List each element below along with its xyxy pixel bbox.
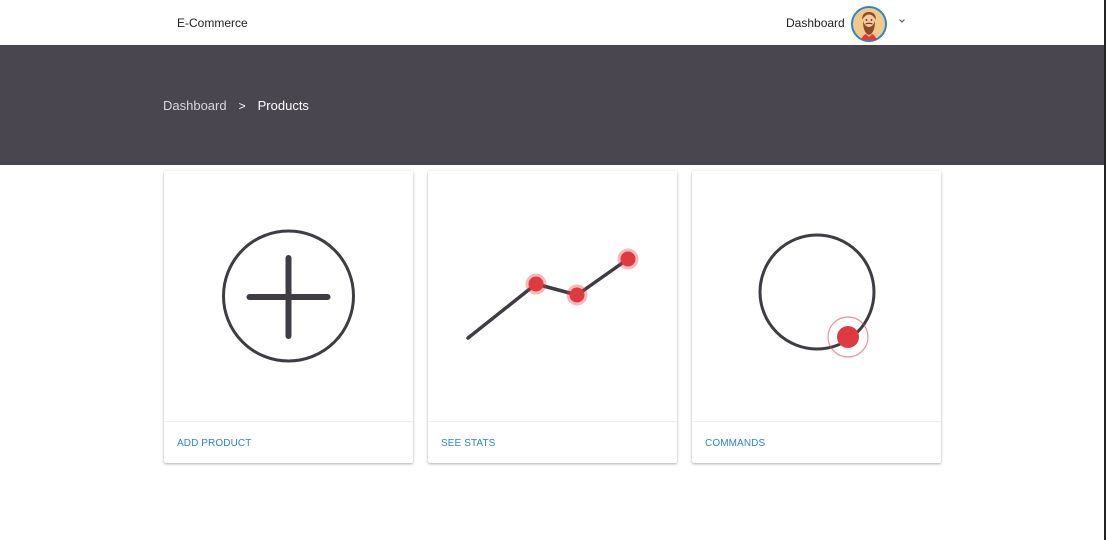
- window-edge: [1104, 0, 1106, 540]
- breadcrumb-current-page: Products: [257, 98, 309, 113]
- see-stats-card[interactable]: SEE STATS: [428, 171, 677, 463]
- commands-button[interactable]: COMMANDS: [705, 438, 765, 449]
- nav-dashboard-link[interactable]: Dashboard: [786, 16, 845, 30]
- breadcrumb-separator: >: [238, 98, 246, 113]
- card-actions: SEE STATS: [428, 421, 677, 463]
- breadcrumb: Dashboard > Products: [163, 98, 309, 113]
- card-actions: ADD PRODUCT: [164, 421, 413, 463]
- brand-link[interactable]: E-Commerce: [177, 16, 248, 30]
- user-avatar[interactable]: [851, 6, 887, 42]
- chevron-down-icon[interactable]: [897, 16, 907, 26]
- circle-progress-icon: [758, 233, 876, 358]
- page-header-band: Dashboard > Products: [0, 45, 1104, 165]
- line-chart-icon: [466, 248, 639, 340]
- top-navbar: E-Commerce Dashboard: [0, 0, 1104, 45]
- breadcrumb-dashboard-link[interactable]: Dashboard: [163, 98, 227, 113]
- add-product-card[interactable]: ADD PRODUCT: [164, 171, 413, 463]
- commands-card[interactable]: COMMANDS: [692, 171, 941, 463]
- plus-circle-icon: [222, 229, 355, 363]
- add-product-button[interactable]: ADD PRODUCT: [177, 438, 251, 449]
- card-actions: COMMANDS: [692, 421, 941, 463]
- see-stats-button[interactable]: SEE STATS: [441, 438, 495, 449]
